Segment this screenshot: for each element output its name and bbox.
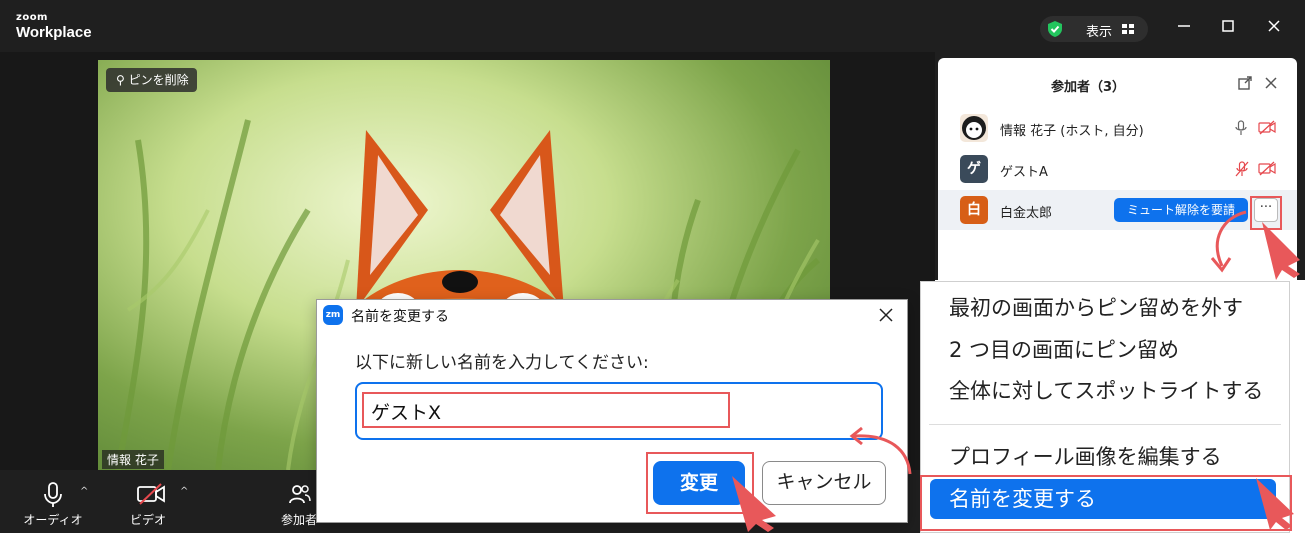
pin-icon: ⚲ [116, 73, 125, 87]
unpin-label: ピンを削除 [128, 73, 189, 87]
participants-icon [289, 485, 311, 504]
participant-name: 白金太郎 [1000, 206, 1053, 221]
grid-icon [1122, 24, 1134, 34]
video-off-icon [1258, 161, 1276, 176]
video-options-caret-icon[interactable]: ^ [180, 486, 188, 497]
view-button[interactable]: 表示 [1040, 16, 1148, 42]
unpin-button[interactable]: ⚲ ピンを削除 [106, 68, 197, 92]
menu-item-pin-second-screen[interactable]: 2 つ目の画面にピン留め [921, 330, 1289, 370]
audio-button[interactable]: オーディオ [18, 470, 88, 533]
panel-title: 参加者（3） [1050, 80, 1126, 95]
rename-dialog: zm 名前を変更する 以下に新しい名前を入力してください: 変更 キャンセル [316, 299, 908, 523]
dialog-title: 名前を変更する [351, 309, 449, 325]
audio-label: オーディオ [23, 513, 83, 527]
video-button[interactable]: ビデオ [113, 470, 183, 533]
shield-check-icon [1048, 21, 1062, 37]
cancel-button[interactable]: キャンセル [762, 461, 886, 505]
participant-row[interactable]: ゲ ゲストA [938, 149, 1297, 189]
menu-item-unpin-first-screen[interactable]: 最初の画面からピン留めを外す [921, 288, 1289, 328]
request-unmute-button[interactable]: ミュート解除を要請 [1114, 198, 1248, 222]
view-label: 表示 [1086, 25, 1113, 40]
video-off-icon [137, 483, 165, 505]
participant-name: ゲストA [1000, 165, 1048, 180]
participant-name: 情報 花子 (ホスト, 自分) [1000, 124, 1144, 139]
menu-item-edit-profile-picture[interactable]: プロフィール画像を編集する [921, 437, 1289, 477]
avatar-image [962, 116, 986, 140]
menu-divider [929, 424, 1281, 425]
close-icon[interactable] [1266, 18, 1282, 34]
logo-big-text: Workplace [16, 24, 92, 41]
participants-panel-body: 参加者（3） 情報 花子 (ホスト, 自分) ゲ ゲストA 白 白金太郎 ミュー… [938, 58, 1297, 280]
new-name-input[interactable] [355, 382, 883, 440]
video-label: ビデオ [129, 513, 166, 527]
menu-item-rename[interactable]: 名前を変更する [930, 479, 1276, 519]
app-logo: zoom Workplace [16, 12, 92, 41]
logo-small-text: zoom [16, 12, 48, 23]
participant-context-menu: 最初の画面からピン留めを外す 2 つ目の画面にピン留め 全体に対してスポットライ… [920, 281, 1290, 533]
avatar: 白 [960, 196, 988, 224]
microphone-muted-icon [1235, 161, 1249, 177]
panel-close-icon[interactable] [1264, 76, 1278, 90]
video-off-icon [1258, 120, 1276, 135]
participants-panel: 参加者（3） 情報 花子 (ホスト, 自分) ゲ ゲストA 白 白金太郎 ミュー… [935, 52, 1305, 280]
microphone-icon [1235, 120, 1247, 135]
menu-item-spotlight[interactable]: 全体に対してスポットライトする [921, 371, 1289, 411]
participant-row[interactable]: 情報 花子 (ホスト, 自分) [938, 108, 1297, 148]
more-options-button[interactable]: ··· [1254, 198, 1278, 222]
zoom-app-icon: zm [323, 305, 343, 325]
dialog-close-icon[interactable] [877, 306, 895, 324]
pop-out-icon[interactable] [1238, 76, 1252, 90]
maximize-icon[interactable] [1220, 18, 1236, 34]
participant-row[interactable]: 白 白金太郎 ミュート解除を要請 ··· [938, 190, 1297, 230]
participant-name-tag: 情報 花子 [102, 450, 164, 469]
change-button[interactable]: 変更 [653, 461, 745, 505]
title-bar: zoom Workplace 表示 [0, 0, 1305, 52]
avatar [960, 114, 988, 142]
avatar: ゲ [960, 155, 988, 183]
microphone-icon [44, 482, 62, 507]
audio-options-caret-icon[interactable]: ^ [80, 486, 88, 497]
dialog-prompt: 以下に新しい名前を入力してください: [355, 353, 649, 373]
minimize-icon[interactable] [1176, 18, 1192, 34]
